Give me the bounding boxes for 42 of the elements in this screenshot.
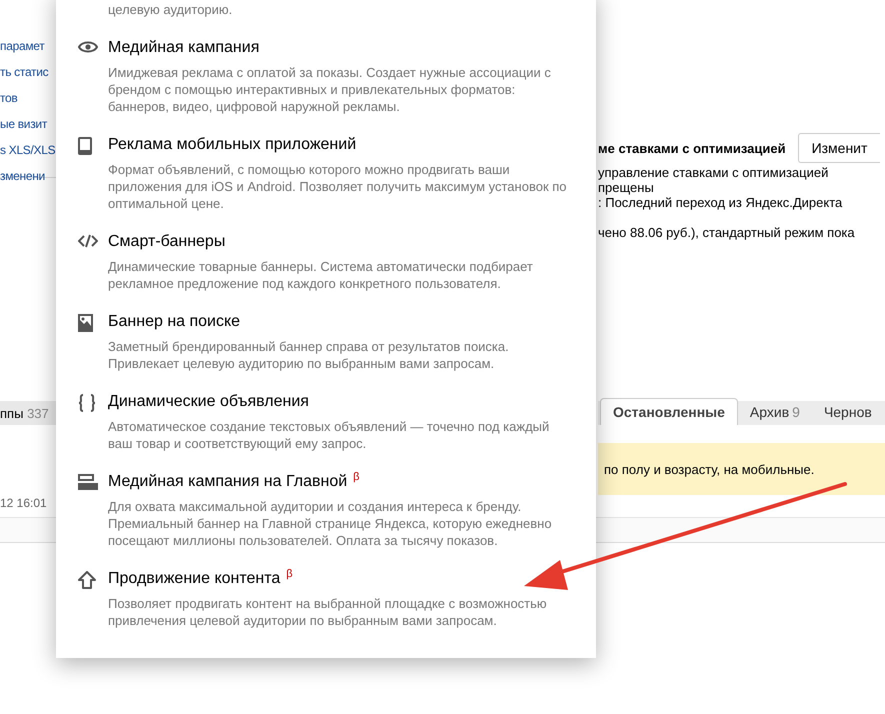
menu-item-title[interactable]: Реклама мобильных приложений (108, 135, 356, 155)
item-description: Для охвата максимальной аудитории и создания интереса к бренду. Премиальный баннер на Главной странице Яндекса, которую ежедневно посещают миллионы пользователей. Оплата за тысячу показов. (108, 498, 553, 549)
item-description: Имиджевая реклама с оплатой за показы. Создает нужные ассоциации с брендом с помощью интерактивных и привлекательных форматов: баннеров, видео, цифровой наружной рекламы. (108, 64, 552, 115)
date-text: 12 16:01 (0, 496, 47, 510)
sidebar-link[interactable]: тов (0, 89, 56, 108)
strategy-text: управление ставками с оптимизацией (598, 165, 830, 180)
sidebar-link[interactable]: зменени (0, 167, 56, 186)
code-icon (78, 234, 98, 248)
item-description: Динамические товарные баннеры. Система автоматически подбирает рекламное предложение под каждого конкретного пользователя. (108, 258, 534, 292)
strategy-text: : Последний переход из Яндекс.Директа (598, 195, 844, 210)
menu-item-title[interactable]: Продвижение контента (108, 569, 280, 589)
phone-icon (78, 137, 92, 155)
groups-tab[interactable]: ппы 337 (0, 401, 56, 425)
change-button[interactable]: Изменит (798, 133, 880, 163)
tab[interactable]: Архив 9 (738, 399, 812, 425)
beta-mark: β (286, 569, 293, 580)
menu-item-title[interactable]: Медийная кампания на Главной (108, 472, 348, 492)
strategy-text: прещены (598, 180, 655, 195)
item-description: Автоматическое создание текстовых объявлений — точечно под каждый ваш товар и соответствующий ему запрос. (108, 418, 550, 452)
image-icon (78, 314, 93, 332)
banner-icon (78, 474, 98, 490)
item-description: Позволяет продвигать контент на выбранной площадке с возможностью привлечения целевой аудитории по выбранным вами запросам. (108, 595, 548, 629)
menu-item-title[interactable]: Динамические объявления (108, 392, 309, 412)
braces-icon (78, 394, 96, 412)
sidebar-link[interactable]: парамет (0, 37, 56, 56)
notice-banner: по полу и возрасту, на мобильные. (598, 443, 885, 495)
item-description: Заметный брендированный баннер справа от результатов поиска. Привлекает целевую аудиторию по выбранным вами запросам. (108, 338, 510, 372)
item-description: Формат объявлений, с помощью которого можно продвигать ваши приложения для iOS и Android. Позволяет получить максимум установок по оптимальной цене. (108, 161, 568, 212)
beta-mark: β (353, 472, 360, 483)
sidebar-link[interactable]: ые визит (0, 115, 56, 134)
menu-item-title[interactable]: Смарт-баннеры (108, 232, 226, 252)
item-description: целевую аудиторию. (108, 1, 234, 18)
eye-icon (78, 40, 98, 54)
sidebar-link[interactable]: s XLS/XLS (0, 141, 56, 160)
strategy-text: чено 88.06 руб.), стандартный режим пока (598, 225, 856, 240)
sidebar-link[interactable]: ть статис (0, 63, 56, 82)
tab[interactable]: Остановленные (600, 398, 738, 425)
tab[interactable]: Чернов (812, 399, 884, 425)
arrow-up-icon (78, 571, 96, 589)
menu-item-title[interactable]: Баннер на поиске (108, 312, 240, 332)
menu-item-title[interactable]: Медийная кампания (108, 38, 260, 58)
strategy-title: ме ставками с оптимизацией (598, 140, 786, 156)
